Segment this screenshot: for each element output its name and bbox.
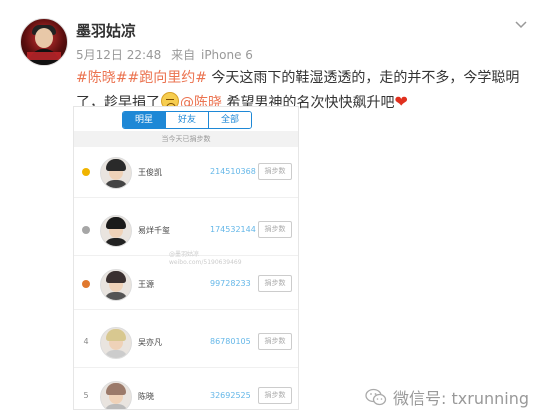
step-count: 32692525 xyxy=(210,391,251,400)
hashtag-chenxiao[interactable]: #陈晓# xyxy=(76,70,127,86)
ranking-row: 王源 99728233 捐步数 xyxy=(74,261,298,310)
silver-medal-icon xyxy=(82,226,90,234)
embedded-ranking-screenshot[interactable]: 明星 好友 全部 当今天已捐步数 王俊凯 214510368 捐步数 易烊千玺 … xyxy=(73,106,299,410)
donate-steps-button[interactable]: 捐步数 xyxy=(258,387,292,404)
tab-stars[interactable]: 明星 xyxy=(123,112,165,128)
donate-steps-button[interactable]: 捐步数 xyxy=(258,333,292,350)
ranking-row: 5 陈晓 32692525 捐步数 xyxy=(74,373,298,409)
source-prefix: 来自 xyxy=(171,48,196,62)
ranking-subheader: 当今天已捐步数 xyxy=(74,131,298,147)
wechat-icon xyxy=(365,388,387,406)
avatar xyxy=(100,327,132,359)
hashtag-run-to-rio[interactable]: #跑向里约# xyxy=(127,70,206,86)
rank-number: 4 xyxy=(83,337,89,346)
gold-medal-icon xyxy=(82,168,90,176)
author-name[interactable]: 墨羽姑凉 xyxy=(76,20,136,41)
star-name: 王俊凯 xyxy=(138,168,162,177)
author-avatar[interactable] xyxy=(20,18,68,66)
step-count: 99728233 xyxy=(210,279,251,288)
avatar xyxy=(100,157,132,189)
avatar xyxy=(100,269,132,301)
ranking-row: 王俊凯 214510368 捐步数 xyxy=(74,149,298,198)
star-name: 吴亦凡 xyxy=(138,338,162,347)
heart-emoji-icon: ❤ xyxy=(394,92,408,111)
tab-all[interactable]: 全部 xyxy=(208,112,251,128)
star-name: 易烊千玺 xyxy=(138,226,170,235)
watermark-line1: @墨羽姑凉 xyxy=(169,251,200,258)
post-date[interactable]: 5月12日 22:48 xyxy=(76,48,161,62)
tab-friends[interactable]: 好友 xyxy=(165,112,208,128)
donate-steps-button[interactable]: 捐步数 xyxy=(258,163,292,180)
avatar-stamp xyxy=(27,52,61,60)
ranking-tabs: 明星 好友 全部 xyxy=(122,111,252,129)
ranking-row: 易烊千玺 174532144 捐步数 xyxy=(74,207,298,256)
donate-steps-button[interactable]: 捐步数 xyxy=(258,221,292,238)
rank-number: 5 xyxy=(83,391,89,400)
post-meta: 5月12日 22:48 来自 iPhone 6 xyxy=(76,46,259,63)
ranking-row: 4 吴亦凡 86780105 捐步数 xyxy=(74,319,298,368)
chevron-down-icon[interactable] xyxy=(515,18,527,30)
bronze-medal-icon xyxy=(82,280,90,288)
star-name: 陈晓 xyxy=(138,392,154,401)
step-count: 214510368 xyxy=(210,167,256,176)
weibo-post-card: 墨羽姑凉 5月12日 22:48 来自 iPhone 6 #陈晓##跑向里约# … xyxy=(0,0,545,419)
post-source[interactable]: iPhone 6 xyxy=(201,48,253,62)
step-count: 86780105 xyxy=(210,337,251,346)
avatar xyxy=(100,381,132,409)
donate-steps-button[interactable]: 捐步数 xyxy=(258,275,292,292)
step-count: 174532144 xyxy=(210,225,256,234)
avatar xyxy=(100,215,132,247)
avatar-face xyxy=(35,28,53,48)
star-name: 王源 xyxy=(138,280,154,289)
wechat-brand: 微信号: txrunning xyxy=(365,385,529,409)
wechat-id-label: 微信号: txrunning xyxy=(393,389,529,408)
